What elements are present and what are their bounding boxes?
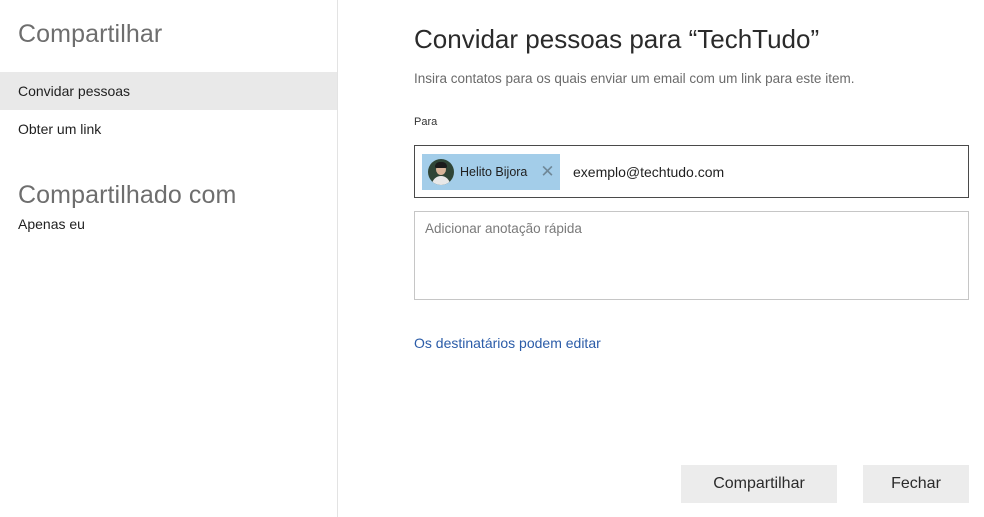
share-sidebar: Compartilhar Convidar pessoas Obter um l… [0, 0, 338, 517]
recipients-can-edit-link[interactable]: Os destinatários podem editar [414, 335, 601, 351]
shared-with-heading: Compartilhado com [18, 181, 237, 209]
instructions-text: Insira contatos para os quais enviar um … [414, 71, 855, 86]
shared-with-value: Apenas eu [18, 216, 85, 232]
recipient-name: Helito Bijora [460, 164, 528, 179]
close-icon[interactable]: ✕ [540, 163, 554, 180]
recipient-chip[interactable]: Helito Bijora ✕ [422, 153, 560, 190]
avatar [428, 158, 454, 185]
close-button[interactable]: Fechar [863, 465, 969, 503]
recipients-field[interactable]: Helito Bijora ✕ [414, 145, 969, 198]
to-label: Para [414, 116, 438, 128]
quick-note-field[interactable] [414, 211, 969, 300]
sidebar-item-get-link[interactable]: Obter um link [0, 110, 337, 148]
page-title: Convidar pessoas para “TechTudo” [414, 24, 820, 54]
invite-panel: Convidar pessoas para “TechTudo” Insira … [339, 0, 984, 517]
share-button[interactable]: Compartilhar [681, 465, 837, 503]
sidebar-item-invite-people[interactable]: Convidar pessoas [0, 72, 337, 110]
share-heading: Compartilhar [18, 20, 163, 48]
email-input[interactable] [573, 159, 953, 184]
